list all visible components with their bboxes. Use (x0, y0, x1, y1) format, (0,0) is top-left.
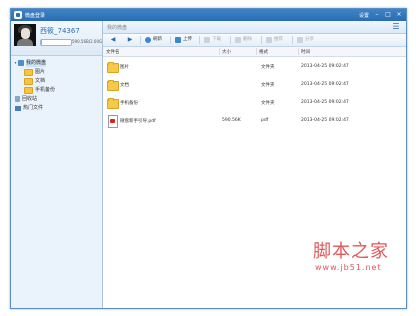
watermark-url: www.jb51.net (315, 263, 382, 272)
tree-item-label: 我的微盘 (26, 59, 47, 67)
refresh-button[interactable]: 刷新 (145, 36, 162, 44)
toolbar-divider (261, 36, 262, 44)
refresh-label: 刷新 (153, 37, 162, 42)
list-view-icon[interactable]: ☰ (392, 23, 400, 31)
tree-item-pictures[interactable]: 图片 (24, 68, 45, 76)
upload-icon (175, 37, 181, 43)
download-button[interactable]: 下载 (204, 36, 221, 44)
file-row[interactable]: 图片 文件夹 2013-04-25 09:02:47 (103, 58, 406, 76)
delete-icon (235, 37, 241, 43)
breadcrumb[interactable]: 我的微盘 (107, 24, 365, 31)
tree-item-label: 文档 (35, 78, 46, 84)
title-bar[interactable]: 微盘登录 设置 – □ × (11, 9, 406, 21)
upload-label: 上传 (183, 37, 192, 42)
tree-item-hot-files[interactable]: 热门文件 (15, 104, 43, 112)
file-name: 图片 (120, 65, 129, 70)
file-time: 2013-04-25 09:02:47 (301, 100, 349, 105)
delete-button[interactable]: 删除 (235, 36, 252, 44)
folder-icon (24, 68, 33, 76)
quota-bar (40, 39, 72, 46)
column-size[interactable]: 大小 (222, 49, 231, 55)
folder-icon (107, 62, 119, 73)
pdf-icon (108, 115, 118, 128)
toolbar-divider (292, 36, 293, 44)
address-bar: 我的微盘 ☰ (103, 21, 406, 34)
tree-item-my-disk[interactable]: ▾ 我的微盘 (13, 59, 47, 67)
column-divider (256, 48, 257, 55)
more-label: 分享 (305, 37, 314, 42)
download-label: 下载 (212, 37, 221, 42)
folder-icon (107, 98, 119, 109)
toolbar-divider (140, 36, 141, 44)
disk-icon (18, 60, 24, 66)
file-size: 590.56K (222, 118, 241, 123)
user-profile: 西筱_74367 590.56B/2.00G (11, 21, 102, 56)
tree-item-documents[interactable]: 文档 (24, 77, 45, 85)
file-type: 文件夹 (261, 101, 275, 106)
file-type: pdf (261, 118, 269, 123)
folder-icon (107, 80, 119, 91)
site-watermark: 脚本之家 www.jb51.net (313, 237, 393, 277)
folder-icon (24, 77, 33, 85)
quota-text: 590.56B/2.00G (72, 39, 103, 44)
more-button[interactable]: 分享 (297, 36, 314, 44)
folder-icon (24, 86, 33, 94)
toolbar-divider (230, 36, 231, 44)
delete-label: 删除 (243, 37, 252, 42)
column-divider (219, 48, 220, 55)
maximize-button[interactable]: □ (384, 11, 392, 19)
refresh-icon (145, 37, 151, 43)
file-name: 微盘新手引导.pdf (120, 119, 156, 124)
toolbar-divider (199, 36, 200, 44)
recycle-bin-icon (15, 96, 20, 102)
tree-item-recycle-bin[interactable]: 回收站 (15, 95, 37, 103)
file-type: 文件夹 (261, 65, 275, 70)
window-title: 微盘登录 (25, 13, 46, 19)
upload-button[interactable]: 上传 (175, 36, 192, 44)
column-time[interactable]: 时间 (301, 49, 310, 55)
app-logo-icon (14, 11, 22, 19)
settings-button[interactable]: 设置 (359, 12, 369, 19)
file-row[interactable]: 文档 文件夹 2013-04-25 09:02:47 (103, 76, 406, 94)
watermark-title: 脚本之家 (313, 241, 389, 262)
column-type[interactable]: 格式 (259, 49, 268, 55)
file-name: 文档 (120, 83, 129, 88)
file-time: 2013-04-25 09:02:47 (301, 118, 349, 123)
file-time: 2013-04-25 09:02:47 (301, 82, 349, 87)
file-row[interactable]: 微盘新手引导.pdf 590.56K pdf 2013-04-25 09:02:… (103, 112, 406, 130)
tree-item-label: 图片 (35, 69, 46, 75)
toolbar-divider (170, 36, 171, 44)
share-icon (266, 37, 272, 43)
more-icon (297, 37, 303, 43)
toolbar: ◀ ▶ 刷新 上传 下载 删除 推荐 分享 (103, 34, 406, 47)
username[interactable]: 西筱_74367 (40, 26, 80, 36)
share-button[interactable]: 推荐 (266, 36, 283, 44)
hot-files-icon (15, 105, 21, 111)
tree-item-label: 手机备份 (35, 87, 56, 93)
sidebar: 西筱_74367 590.56B/2.00G ▾ 我的微盘 图片 文档 手机备份 (11, 21, 103, 308)
minimize-button[interactable]: – (373, 11, 381, 19)
file-type: 文件夹 (261, 83, 275, 88)
download-icon (204, 37, 210, 43)
tree-item-phone-backup[interactable]: 手机备份 (24, 86, 55, 94)
share-label: 推荐 (274, 37, 283, 42)
close-button[interactable]: × (395, 11, 403, 19)
tree-item-label: 回收站 (22, 96, 38, 102)
tree-item-label: 热门文件 (23, 105, 44, 111)
file-time: 2013-04-25 09:02:47 (301, 64, 349, 69)
column-divider (298, 48, 299, 55)
avatar[interactable] (14, 24, 36, 46)
column-name[interactable]: 文件名 (106, 49, 120, 55)
forward-button[interactable]: ▶ (126, 36, 134, 44)
file-name: 手机备份 (120, 101, 138, 106)
file-list-header: 文件名 大小 格式 时间 (103, 47, 406, 57)
back-button[interactable]: ◀ (109, 36, 117, 44)
file-row[interactable]: 手机备份 文件夹 2013-04-25 09:02:47 (103, 94, 406, 112)
